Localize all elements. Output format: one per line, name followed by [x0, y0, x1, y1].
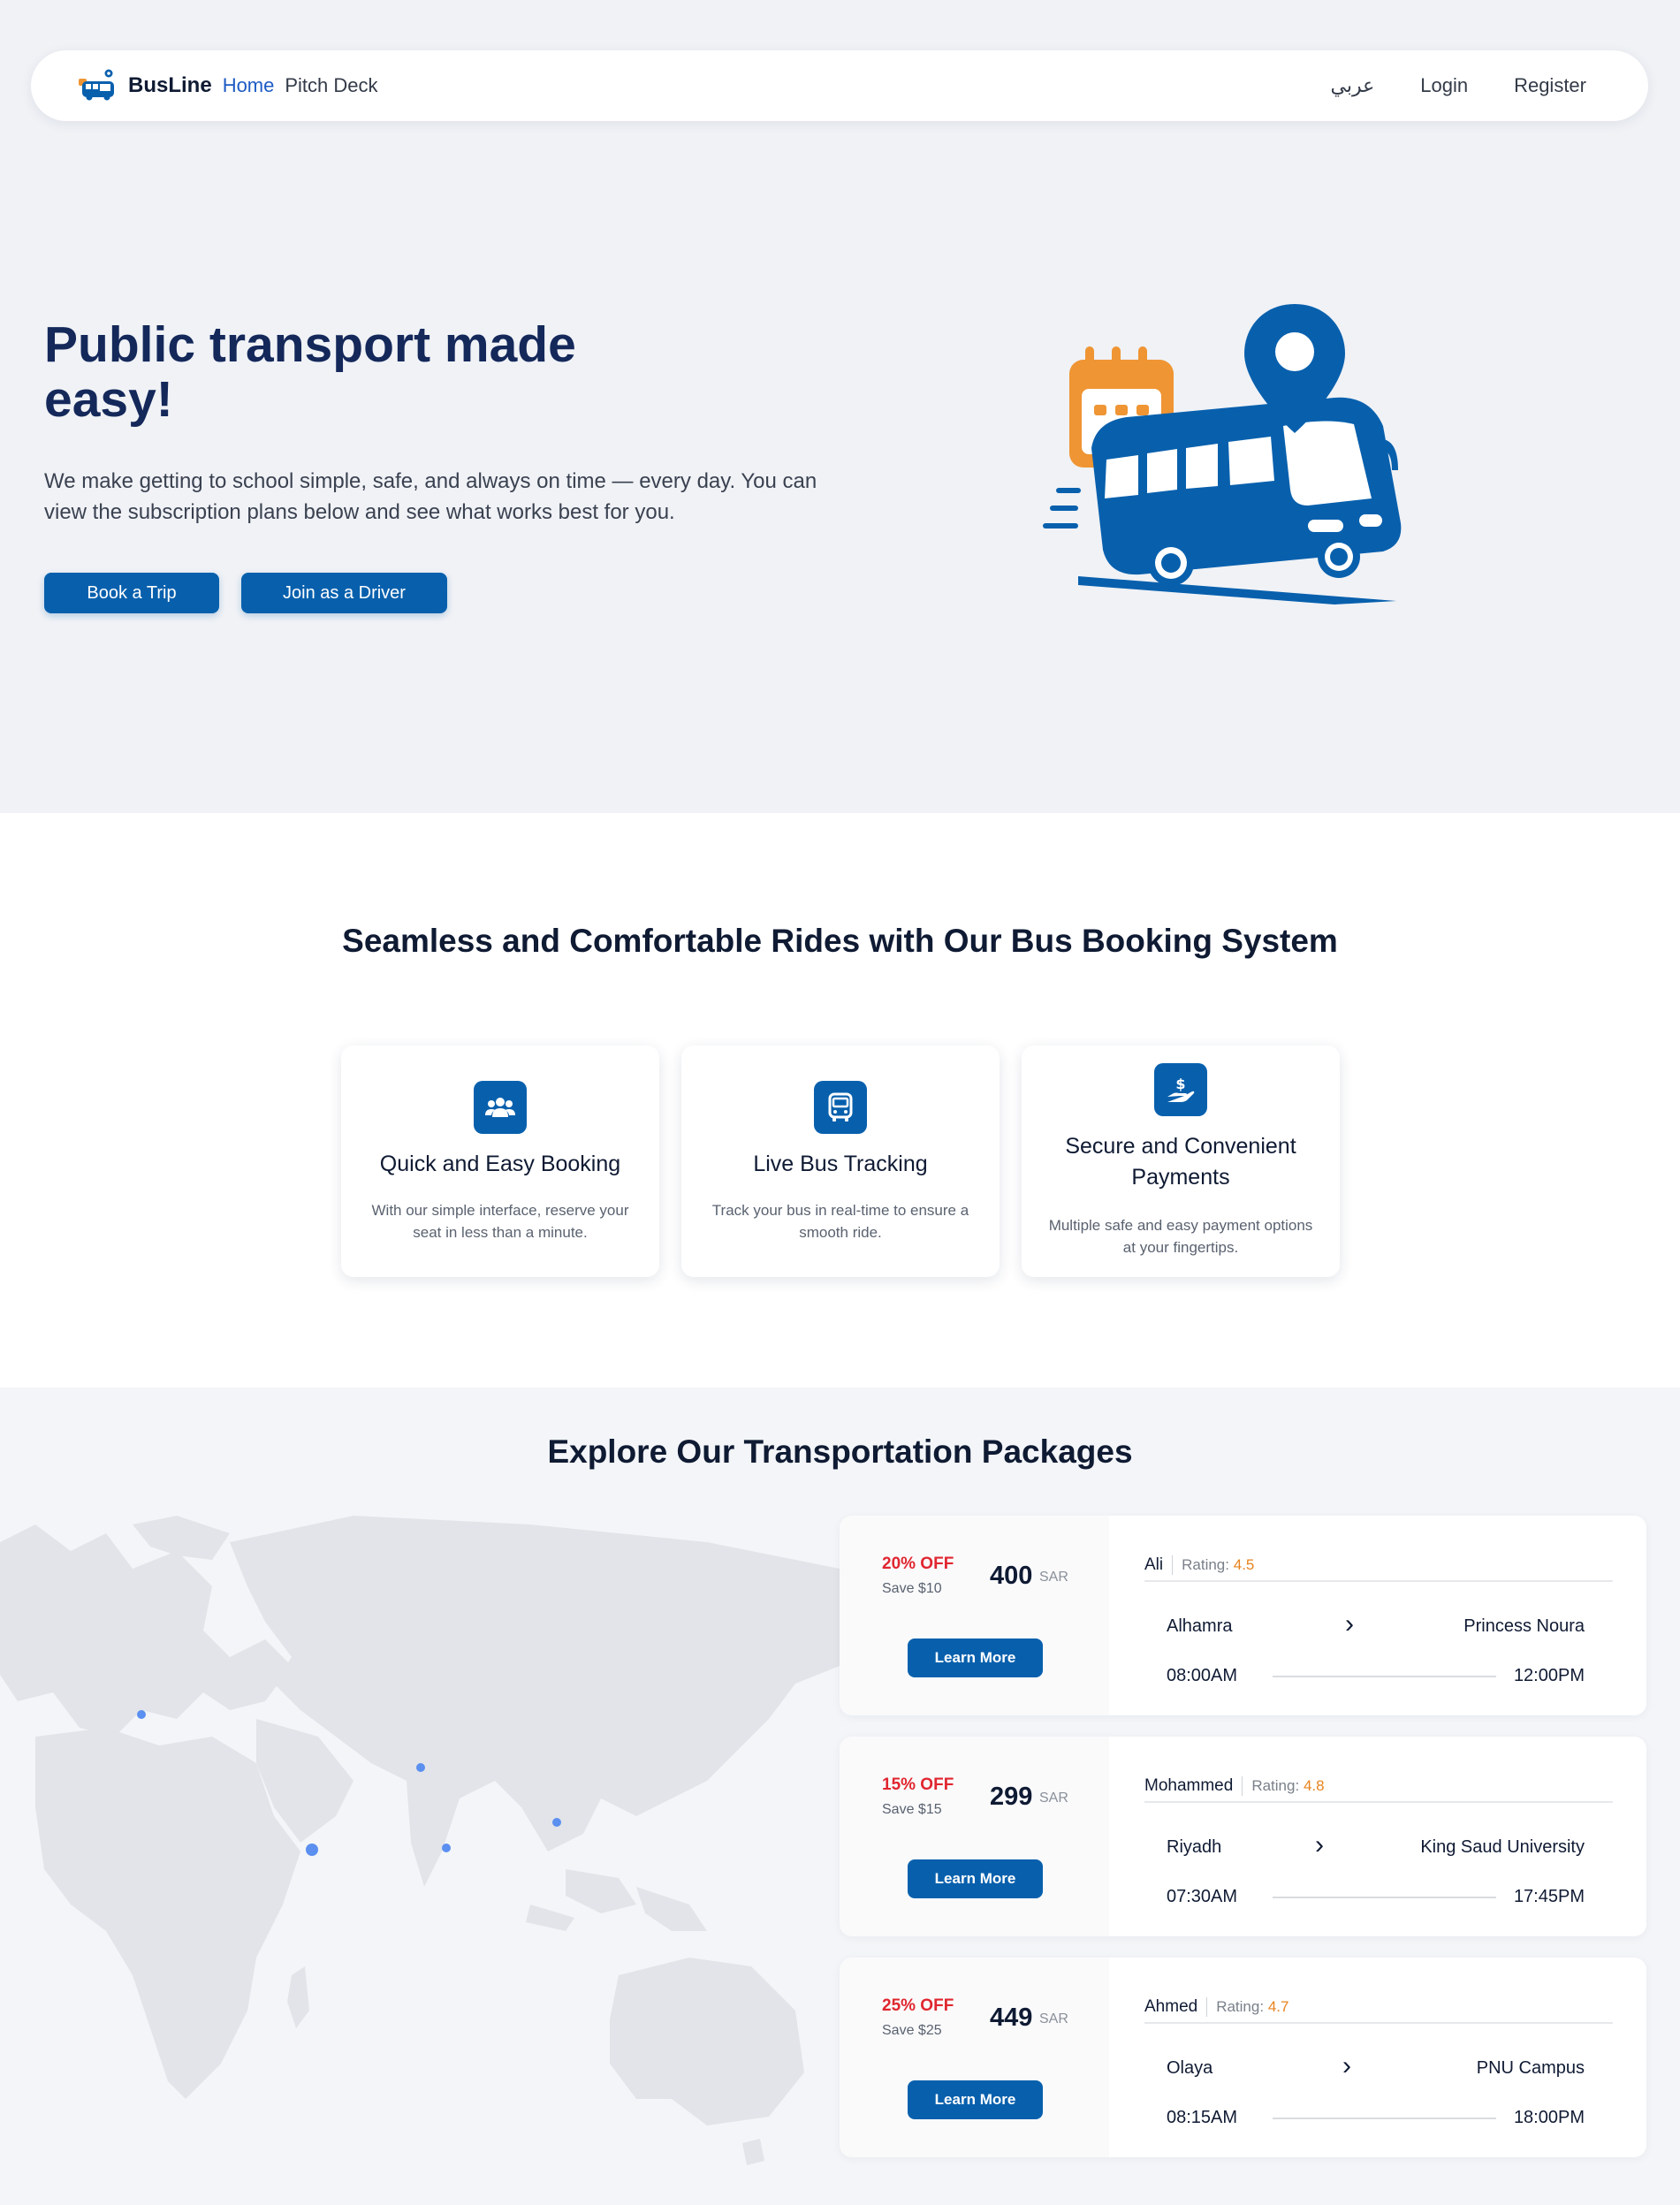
- currency-label: SAR: [1039, 2011, 1068, 2026]
- driver-rating: Rating: 4.5: [1172, 1555, 1254, 1575]
- package-card: 15% OFF Save $15 299 SAR Learn More Moha…: [840, 1737, 1646, 1936]
- driver-name: Ahmed: [1144, 1997, 1198, 2016]
- departure-time: 07:30AM: [1167, 1887, 1238, 1906]
- world-map-icon: [0, 1516, 840, 2165]
- login-link[interactable]: Login: [1420, 74, 1468, 97]
- package-pricing: 20% OFF Save $10 400 SAR Learn More: [840, 1516, 1109, 1715]
- price-value: 299: [990, 1783, 1033, 1811]
- packages-section: Explore Our Transportation Packages 20% …: [0, 1388, 1680, 2205]
- feature-text: With our simple interface, reserve your …: [371, 1202, 629, 1241]
- hero-subtitle: We make getting to school simple, safe, …: [44, 469, 817, 524]
- currency-label: SAR: [1039, 1791, 1068, 1806]
- destination-stop: PNU Campus: [1476, 2058, 1585, 2078]
- route-line: [1273, 1676, 1496, 1677]
- language-toggle[interactable]: عربي: [1331, 74, 1375, 97]
- savings-label: Save $15: [882, 1802, 942, 1817]
- book-trip-button[interactable]: Book a Trip: [44, 573, 219, 613]
- feature-card-payments: $ Secure and Convenient Payments Multipl…: [1022, 1045, 1340, 1277]
- price-value: 449: [990, 2004, 1033, 2032]
- driver-info: Mohammed Rating: 4.8: [1144, 1776, 1613, 1803]
- busline-logo-icon[interactable]: [77, 68, 118, 103]
- svg-text:$: $: [1175, 1076, 1185, 1092]
- package-route: Ahmed Rating: 4.7 Olaya › PNU Campus 08:…: [1109, 1958, 1646, 2157]
- learn-more-button[interactable]: Learn More: [908, 2080, 1043, 2119]
- destination-stop: Princess Noura: [1463, 1616, 1585, 1636]
- savings-label: Save $10: [882, 1581, 942, 1596]
- feature-title: Live Bus Tracking: [753, 1152, 928, 1176]
- origin-stop: Olaya: [1167, 2058, 1213, 2078]
- chevron-right-icon: ›: [1342, 2051, 1351, 2080]
- currency-label: SAR: [1039, 1570, 1068, 1585]
- package-pricing: 15% OFF Save $15 299 SAR Learn More: [840, 1737, 1109, 1936]
- features-heading: Seamless and Comfortable Rides with Our …: [342, 923, 1338, 959]
- brand-name[interactable]: BusLine: [128, 73, 212, 98]
- feature-text: Multiple safe and easy payment options a…: [1048, 1217, 1313, 1256]
- discount-label: 25% OFF: [882, 1996, 954, 2015]
- price-value: 400: [990, 1562, 1033, 1590]
- chevron-right-icon: ›: [1315, 1830, 1324, 1859]
- savings-label: Save $25: [882, 2023, 942, 2038]
- packages-heading: Explore Our Transportation Packages: [547, 1433, 1133, 1470]
- origin-stop: Alhamra: [1167, 1616, 1233, 1636]
- package-card: 20% OFF Save $10 400 SAR Learn More Ali …: [840, 1516, 1646, 1715]
- rating-value: 4.7: [1267, 1998, 1289, 2015]
- rating-value: 4.5: [1233, 1556, 1255, 1573]
- feature-card-booking: Quick and Easy Booking With our simple i…: [341, 1045, 659, 1277]
- navbar: BusLine Home Pitch Deck عربي Login Regis…: [31, 50, 1648, 121]
- departure-time: 08:15AM: [1167, 2108, 1238, 2127]
- rating-value: 4.8: [1303, 1777, 1325, 1794]
- feature-title: Secure and Convenient Payments: [1065, 1134, 1296, 1190]
- package-route: Ali Rating: 4.5 Alhamra › Princess Noura…: [1109, 1516, 1646, 1715]
- driver-name: Mohammed: [1144, 1776, 1234, 1795]
- departure-time: 08:00AM: [1167, 1666, 1238, 1685]
- nav-actions: عربي Login Register: [1331, 74, 1587, 97]
- nav-link-home[interactable]: Home: [223, 74, 275, 97]
- hero-section: Public transport made easy! We make gett…: [0, 121, 1680, 813]
- arrival-time: 17:45PM: [1513, 1887, 1585, 1906]
- nav-link-pitch-deck[interactable]: Pitch Deck: [285, 74, 377, 97]
- features-section: Seamless and Comfortable Rides with Our …: [0, 813, 1680, 1388]
- driver-name: Ali: [1144, 1555, 1164, 1574]
- driver-rating: Rating: 4.7: [1206, 1997, 1289, 2017]
- feature-title: Quick and Easy Booking: [379, 1152, 621, 1176]
- discount-label: 20% OFF: [882, 1555, 954, 1573]
- rating-label: Rating:: [1182, 1556, 1229, 1573]
- learn-more-button[interactable]: Learn More: [908, 1639, 1043, 1677]
- bus-illustration-icon: [1043, 304, 1402, 604]
- destination-stop: King Saud University: [1420, 1837, 1585, 1857]
- package-route: Mohammed Rating: 4.8 Riyadh › King Saud …: [1109, 1737, 1646, 1936]
- register-link[interactable]: Register: [1514, 74, 1586, 97]
- learn-more-button[interactable]: Learn More: [908, 1859, 1043, 1898]
- payment-hand-icon: $: [1154, 1063, 1207, 1116]
- users-icon: [474, 1081, 527, 1134]
- origin-stop: Riyadh: [1167, 1837, 1222, 1857]
- arrival-time: 18:00PM: [1513, 2108, 1585, 2127]
- package-card: 25% OFF Save $25 449 SAR Learn More Ahme…: [840, 1958, 1646, 2157]
- rating-label: Rating:: [1216, 1998, 1265, 2015]
- driver-rating: Rating: 4.8: [1242, 1776, 1325, 1796]
- driver-info: Ali Rating: 4.5: [1144, 1555, 1613, 1582]
- arrival-time: 12:00PM: [1513, 1666, 1585, 1685]
- rating-label: Rating:: [1251, 1777, 1300, 1794]
- route-line: [1273, 1897, 1496, 1898]
- hero-title: Public transport made easy!: [44, 316, 576, 428]
- discount-label: 15% OFF: [882, 1775, 954, 1794]
- feature-text: Track your bus in real-time to ensure a …: [711, 1202, 969, 1241]
- driver-info: Ahmed Rating: 4.7: [1144, 1997, 1613, 2024]
- package-pricing: 25% OFF Save $25 449 SAR Learn More: [840, 1958, 1109, 2157]
- chevron-right-icon: ›: [1345, 1609, 1354, 1639]
- join-driver-button[interactable]: Join as a Driver: [241, 573, 447, 613]
- route-line: [1273, 2118, 1496, 2119]
- feature-card-tracking: Live Bus Tracking Track your bus in real…: [681, 1045, 1000, 1277]
- bus-icon: [814, 1081, 867, 1134]
